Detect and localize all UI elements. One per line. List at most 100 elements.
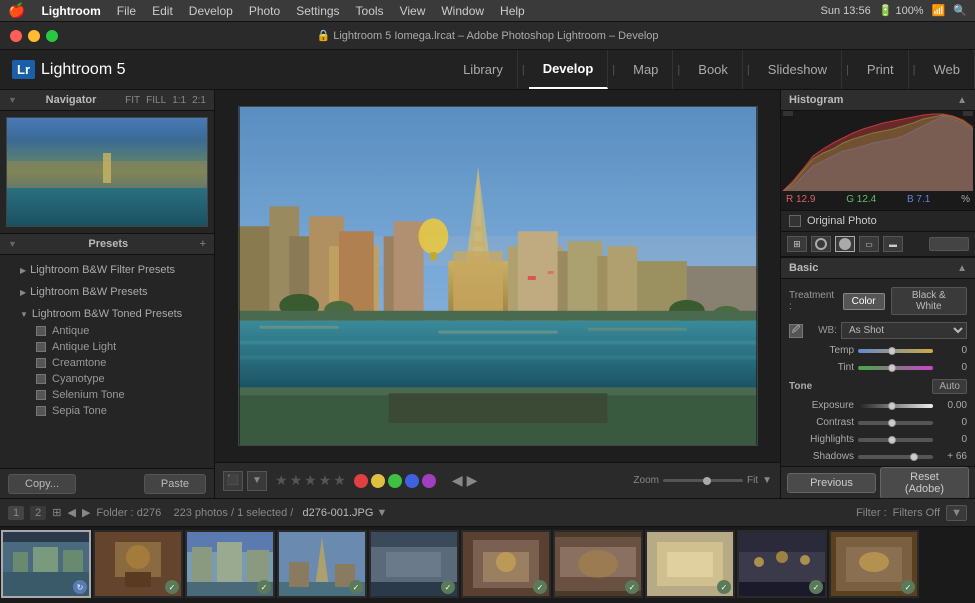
zoom-1-1[interactable]: 1:1 xyxy=(172,95,186,106)
star-rating[interactable]: ★ ★ ★ ★ ★ xyxy=(275,472,346,489)
maximize-button[interactable] xyxy=(46,30,58,42)
film-item-5[interactable]: ✓ xyxy=(369,530,459,598)
wb-eyedropper[interactable]: 🖉 xyxy=(789,324,803,338)
tone-rect-icon[interactable]: ▭ xyxy=(859,236,879,252)
color-label-green[interactable] xyxy=(388,474,402,488)
color-label-yellow[interactable] xyxy=(371,474,385,488)
highlights-knob[interactable] xyxy=(888,436,896,444)
add-preset-button[interactable]: + xyxy=(200,238,206,250)
preset-sepia[interactable]: Sepia Tone xyxy=(0,403,214,419)
film-item-9[interactable]: ✓ xyxy=(737,530,827,598)
menu-tools[interactable]: Tools xyxy=(356,4,384,18)
nav-develop[interactable]: Develop xyxy=(529,50,609,89)
nav-book[interactable]: Book xyxy=(684,50,743,89)
nav-next-arrow[interactable]: ▶ xyxy=(467,472,478,489)
nav-print[interactable]: Print xyxy=(853,50,909,89)
shadows-knob[interactable] xyxy=(910,453,918,461)
paste-button[interactable]: Paste xyxy=(144,474,206,494)
tone-rect2-icon[interactable]: ▬ xyxy=(883,236,903,252)
preset-antique-light[interactable]: Antique Light xyxy=(0,339,214,355)
grid-view-icon[interactable]: ⊞ xyxy=(52,506,61,519)
file-dropdown[interactable]: ▼ xyxy=(377,507,388,519)
tint-knob[interactable] xyxy=(888,364,896,372)
menu-window[interactable]: Window xyxy=(441,4,484,18)
histogram-expand-icon[interactable]: ▲ xyxy=(957,95,967,106)
exposure-slider[interactable] xyxy=(858,404,933,408)
preset-group-bw-header[interactable]: ▶ Lightroom B&W Presets xyxy=(0,283,214,301)
nav-prev-arrow[interactable]: ◀ xyxy=(452,472,463,489)
temp-knob[interactable] xyxy=(888,347,896,355)
zoom-knob[interactable] xyxy=(703,477,711,485)
bw-treatment-btn[interactable]: Black & White xyxy=(891,287,967,315)
film-item-4[interactable]: ✓ xyxy=(277,530,367,598)
tone-circle-icon[interactable] xyxy=(811,236,831,252)
preset-antique[interactable]: Antique xyxy=(0,323,214,339)
photo-area[interactable] xyxy=(215,90,780,462)
preset-selenium[interactable]: Selenium Tone xyxy=(0,387,214,403)
menu-develop[interactable]: Develop xyxy=(189,4,233,18)
film-item-6[interactable]: ✓ xyxy=(461,530,551,598)
menu-help[interactable]: Help xyxy=(500,4,525,18)
page-num-1[interactable]: 1 xyxy=(8,506,24,520)
film-item-7[interactable]: ✓ xyxy=(553,530,643,598)
nav-web[interactable]: Web xyxy=(920,50,975,89)
filter-value[interactable]: Filters Off xyxy=(893,507,940,519)
star-2[interactable]: ★ xyxy=(290,472,303,489)
color-treatment-btn[interactable]: Color xyxy=(843,293,885,310)
film-item-8[interactable]: ✓ xyxy=(645,530,735,598)
star-5[interactable]: ★ xyxy=(333,472,346,489)
nav-forward-icon[interactable]: ▶ xyxy=(82,506,90,519)
nav-back-icon[interactable]: ◀ xyxy=(67,506,75,519)
temp-slider[interactable] xyxy=(858,349,933,353)
navigator-preview[interactable] xyxy=(6,117,208,227)
fit-button[interactable]: FIT xyxy=(125,95,140,106)
menu-edit[interactable]: Edit xyxy=(152,4,173,18)
tone-filled-circle-icon[interactable] xyxy=(835,236,855,252)
nav-map[interactable]: Map xyxy=(619,50,673,89)
filter-dropdown[interactable]: ▼ xyxy=(946,505,967,521)
zoom-dropdown-icon[interactable]: ▼ xyxy=(762,475,772,486)
preset-group-toned-header[interactable]: ▼ Lightroom B&W Toned Presets xyxy=(0,305,214,323)
search-icon[interactable]: 🔍 xyxy=(953,4,967,17)
tint-slider[interactable] xyxy=(858,366,933,370)
copy-button[interactable]: Copy... xyxy=(8,474,76,494)
film-item-2[interactable]: ✓ xyxy=(93,530,183,598)
page-num-2[interactable]: 2 xyxy=(30,506,46,520)
previous-button[interactable]: Previous xyxy=(787,473,876,493)
preset-creamtone[interactable]: Creamtone xyxy=(0,355,214,371)
preset-group-filter-header[interactable]: ▶ Lightroom B&W Filter Presets xyxy=(0,261,214,279)
color-label-purple[interactable] xyxy=(422,474,436,488)
reset-button[interactable]: Reset (Adobe) xyxy=(880,467,969,499)
basic-expand-icon[interactable]: ▲ xyxy=(957,263,967,274)
menu-file[interactable]: File xyxy=(117,4,136,18)
exposure-knob[interactable] xyxy=(888,402,896,410)
shadows-slider[interactable] xyxy=(858,455,933,459)
file-name[interactable]: d276-001.JPG xyxy=(303,507,374,519)
color-label-blue[interactable] xyxy=(405,474,419,488)
star-1[interactable]: ★ xyxy=(275,472,288,489)
zoom-2-1[interactable]: 2:1 xyxy=(192,95,206,106)
contrast-slider[interactable] xyxy=(858,421,933,425)
minimize-button[interactable] xyxy=(28,30,40,42)
nav-library[interactable]: Library xyxy=(449,50,518,89)
nav-slideshow[interactable]: Slideshow xyxy=(754,50,842,89)
film-item-1[interactable]: ↻ xyxy=(1,530,91,598)
wb-dropdown[interactable]: As Shot Auto Daylight Cloudy xyxy=(841,322,967,339)
color-label-red[interactable] xyxy=(354,474,368,488)
tone-adjust-slider[interactable] xyxy=(929,237,969,251)
auto-tone-button[interactable]: Auto xyxy=(932,379,967,394)
original-photo-checkbox[interactable] xyxy=(789,215,801,227)
menu-view[interactable]: View xyxy=(400,4,426,18)
flag-unflagged[interactable]: ⬛ xyxy=(223,471,243,491)
flag-dropdown[interactable]: ▼ xyxy=(247,471,267,491)
menu-photo[interactable]: Photo xyxy=(249,4,280,18)
highlights-slider[interactable] xyxy=(858,438,933,442)
zoom-slider[interactable] xyxy=(663,479,743,482)
preset-cyanotype[interactable]: Cyanotype xyxy=(0,371,214,387)
film-item-10[interactable]: ✓ xyxy=(829,530,919,598)
fill-button[interactable]: FILL xyxy=(146,95,166,106)
apple-menu[interactable]: 🍎 xyxy=(8,2,25,19)
tone-histogram-icon[interactable]: ⊞ xyxy=(787,236,807,252)
menu-settings[interactable]: Settings xyxy=(296,4,339,18)
contrast-knob[interactable] xyxy=(888,419,896,427)
